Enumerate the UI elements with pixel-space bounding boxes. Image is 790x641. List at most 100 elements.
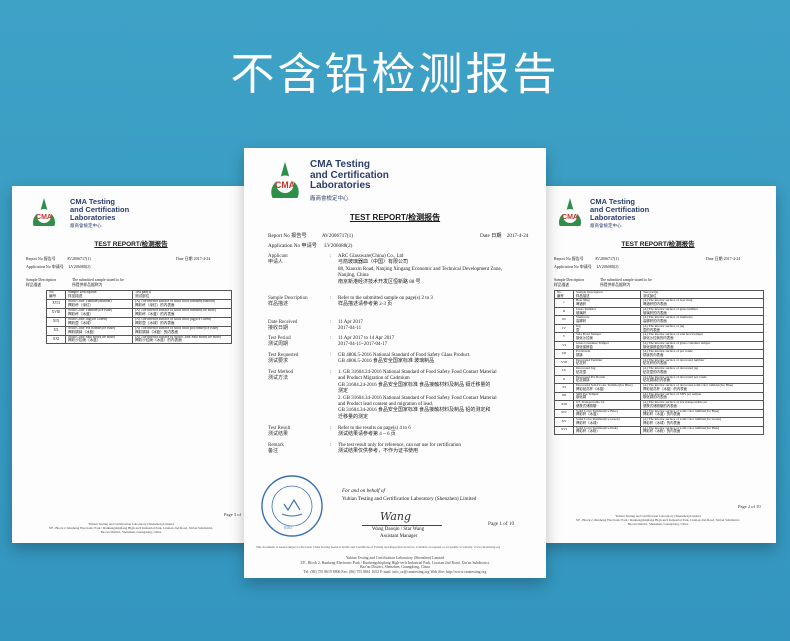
row-desc: GS Transportable Jar 便携式储物罐 xyxy=(573,400,641,410)
date-value: 2017-4-24 xyxy=(506,233,529,239)
row-no: XVIII xyxy=(46,307,66,318)
row-no-text: I xyxy=(563,300,565,305)
row-part: (A) The interior surface of jug 壶的内表面 xyxy=(640,323,764,334)
method-colon: : xyxy=(330,370,332,375)
row-part-cn: 褐彩壶（冰绿）的内表面 xyxy=(135,320,175,325)
remark-value: The test result only for reference, can … xyxy=(338,443,461,456)
table-row: II Glass Tumbler 玻璃杯 (A) The interior surfa… xyxy=(554,306,764,317)
row-no: XX xyxy=(46,325,66,336)
row-desc-cn: 褐彩杯（冰粉） xyxy=(576,429,600,434)
row-desc-cn: 褐彩贴花杯（冰蓝） xyxy=(576,386,607,391)
period-label: Test Period 测试周期 xyxy=(268,336,291,349)
requested-line: GB 4806.5-2016 食品安全国家标准 玻璃制品 xyxy=(338,359,435,365)
row-part-cn: 褐彩沙拉碗（冰蓝）的内表面 xyxy=(135,338,182,343)
period-colon: : xyxy=(330,336,332,341)
row-no-text: XVII xyxy=(52,300,60,305)
row-part: (A) The interior surface of solid color … xyxy=(640,425,764,435)
sample-value: Refer to the submitted sample on page(s)… xyxy=(338,296,433,309)
row-no-text: V xyxy=(562,334,566,339)
row-desc-cn: 钢化锅 xyxy=(576,395,587,400)
sample-text-cn: 所提供样品据称为 xyxy=(72,282,103,287)
received-colon: : xyxy=(330,320,332,325)
row-no-text: XIX xyxy=(52,318,60,323)
row-desc: SDS Pot Temper 钢化锅 xyxy=(573,391,641,402)
sample-label: Sample Description xyxy=(554,278,585,282)
table-row: XV Solid Color Tumbler(Ice Green) 褐彩杯（冰绿）(… xyxy=(554,417,764,427)
row-part: (A) The interior surface of Solid Color … xyxy=(132,334,232,345)
app-no-label: Application No 申请号 xyxy=(554,264,592,269)
method-line: GB 31604.34-2016 食品安全国家标准 食品接触材料及制品 铅的测定… xyxy=(338,408,491,414)
row-desc-cn: 贴花杯 xyxy=(576,361,587,366)
sample-label-cn: 样品描述 xyxy=(554,282,570,287)
page-headline: 不含铅检测报告 xyxy=(230,49,560,100)
row-no-text: XXI xyxy=(52,336,60,341)
page-number: Page 2 of 10 xyxy=(738,504,761,509)
report-no: AV2006717(1) xyxy=(321,233,353,239)
row-desc-cn: 便携式储物罐 xyxy=(576,403,597,408)
row-no-text: XV xyxy=(561,418,567,423)
lab-name-line3: Laboratories xyxy=(590,212,636,222)
row-part: (A) The interior surface of solid color … xyxy=(132,325,232,336)
app-no: LV206088(2) xyxy=(68,264,91,269)
row-no-text: IV xyxy=(562,325,566,330)
row-desc: Solid Color Pot Ronde(Ice Blue) 褐彩锅钵（冰蓝） xyxy=(65,325,133,336)
row-desc: Decorated Tumbler 贴花杯 xyxy=(573,357,641,368)
lab-name: CMA Testing and Certification Laboratori… xyxy=(70,198,129,222)
footer-line: Tel: (86) 755 8619 8806 Fax: (86) 755 86… xyxy=(303,570,487,575)
row-no-text: X xyxy=(562,376,566,381)
lab-stamp-icon xyxy=(261,475,323,537)
table-row: XI Decorated Solid Color Tumbler(Ice Blue… xyxy=(554,383,764,393)
row-part-cn: 钢化沙拉碗的内表面 xyxy=(643,336,674,341)
report-title: TEST REPORT/检测报告 xyxy=(94,241,168,248)
period-label-cn: 测试周期 xyxy=(268,342,289,348)
lab-name-cn: 廠商會檢定中心 xyxy=(70,224,102,229)
received-value: 11 Apr 2017 2017-04-11 xyxy=(338,320,363,333)
row-part-cn: 高脚杯的内表面 xyxy=(643,319,667,324)
received-label-cn: 接收日期 xyxy=(268,326,289,332)
report-title: TEST REPORT/检测报告 xyxy=(349,213,441,222)
table-row: III Stemware 高脚杯 (A) The interior surface o… xyxy=(554,315,764,325)
footer-address-2: Bao'an District, Shenzhen, Guangdong, Ch… xyxy=(627,522,689,527)
row-part: (A) The interior surface of glass tumble… xyxy=(640,306,764,317)
row-no: XIII xyxy=(554,400,574,410)
result-label: Test Result 测试结果 xyxy=(268,426,290,439)
app-no: LV206088(2) xyxy=(596,264,619,269)
row-part: (A) The interior surface of solid color … xyxy=(132,316,232,327)
sample-table: No. 编号 Sample Description 样品描述 Test part(s… xyxy=(46,290,232,345)
method-label: Test Method 测试方法 xyxy=(268,370,293,383)
row-part: (A) The interior surface of pot ronde 锅钵的… xyxy=(640,349,764,359)
row-no-text: XIV xyxy=(560,410,568,415)
table-row: XX Solid Color Pot Ronde(Ice Blue) 褐彩锅钵（冰蓝… xyxy=(46,325,232,336)
requested-label-cn: 测试要求 xyxy=(268,359,289,365)
signature: Wang xyxy=(380,510,412,523)
row-part-cn: 啤酒杯的内表面 xyxy=(643,302,667,307)
row-desc-cn: 褐彩杯（冰蓝） xyxy=(68,311,94,316)
signer-name: Wang Daoqin / Star Wang xyxy=(372,527,425,532)
sample-label: Sample Description xyxy=(26,278,57,282)
table-row: XXI Solid Color Sala Bowl(Ice Blue) 褐彩沙拉碗（… xyxy=(46,334,232,345)
row-desc: Beer Mug 啤酒杯 xyxy=(573,298,641,308)
date-label: Date 日期 xyxy=(480,233,502,239)
row-part: (A) The interior surface of glass contai… xyxy=(640,340,764,351)
row-desc: Solid Color Tumbler(Ice Green) 褐彩杯（冰绿） xyxy=(573,417,641,427)
row-desc: Decorated Solid Color Tumbler(Ice Blue) 褐… xyxy=(573,383,641,393)
row-no: VIII xyxy=(554,357,574,368)
lab-name-line3: Laboratories xyxy=(310,180,371,191)
row-part-cn: 玻璃杯的内表面 xyxy=(643,310,667,315)
period-value: 11 Apr 2017 to 14 Apr 2017 2017-04-11~201… xyxy=(338,336,394,349)
app-no-label: Application No 申请号 xyxy=(268,243,317,249)
result-line: 测试结果请参考第 4 ~ 6 页 xyxy=(338,432,396,438)
row-no-text: XII xyxy=(561,393,567,398)
row-no: X xyxy=(554,374,574,385)
col-desc-header-cn: 样品描述 xyxy=(68,293,83,298)
row-part-cn: 锅钵的内表面 xyxy=(643,353,664,358)
row-part-cn: 钢化保鲜盒的内表面 xyxy=(643,344,674,349)
cma-logo-icon: CMA xyxy=(33,198,55,226)
date-value: 2017-4-24 xyxy=(723,256,741,261)
row-desc-cn: 褐彩杯（冰蓝） xyxy=(576,412,600,417)
applicant-value: ARC Glassware(China) Co., Ltd 弓箭玻璃器皿（中国）有… xyxy=(338,254,502,286)
method-line: 迁移量的测定 xyxy=(338,414,369,420)
row-part: (A) The interior surface of decorated ju… xyxy=(640,366,764,376)
row-no: III xyxy=(554,315,574,325)
row-desc: Solid Color Jug(Ice Green) 褐彩壶（冰绿） xyxy=(65,316,133,327)
